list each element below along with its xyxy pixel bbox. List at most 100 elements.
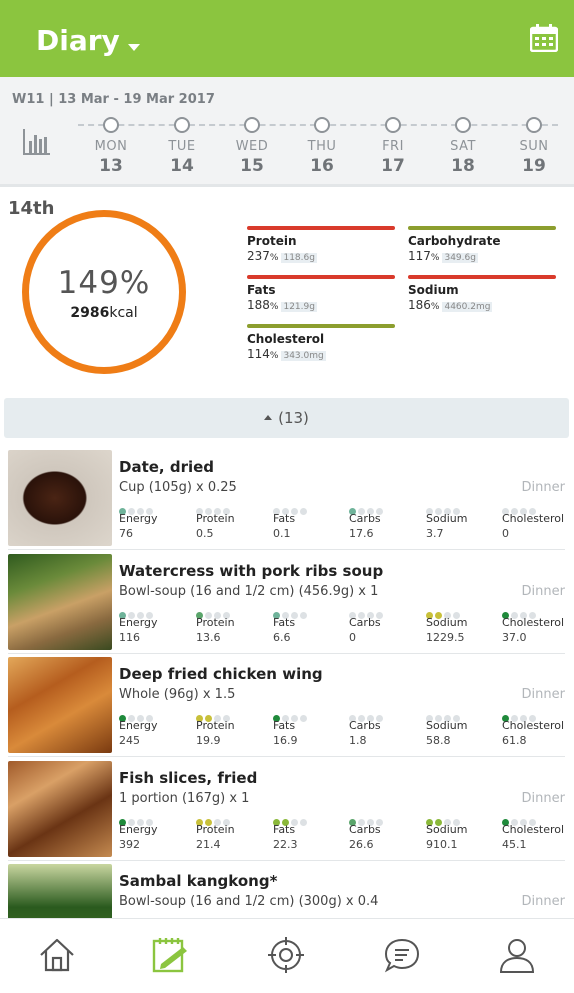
rating-dots [196,707,271,722]
day-marker [385,117,401,133]
day-marker [455,117,471,133]
goals-icon[interactable] [266,935,306,975]
food-photo [8,760,112,857]
nutrient-label: Sodium [426,719,468,732]
rating-dots [196,604,271,619]
nutrient-cell: Energy 76 [119,500,194,540]
food-item[interactable]: Fish slices, fried 1 portion (167g) x 1 … [8,760,565,861]
day-wed[interactable]: WED 15 [222,117,282,176]
nutrient-cell: Sodium 910.1 [426,811,501,851]
food-item[interactable]: Deep fried chicken wing Whole (96g) x 1.… [8,657,565,757]
food-item[interactable]: Watercress with pork ribs soup Bowl-soup… [8,553,565,654]
rating-dots [502,811,574,826]
collapse-foods-button[interactable]: (13) [4,398,569,438]
nutrient-label: Fats [273,615,296,629]
calorie-ring[interactable]: 149% 2986kcal [22,210,186,374]
nutrient-label: Protein [196,822,235,836]
page-title[interactable]: Diary [36,24,120,57]
nutrient-amount: 17.6 [349,527,374,540]
calorie-total: 2986kcal [70,305,138,321]
nutrient-sodium: Sodium 186% 4460.2mg [408,275,556,312]
day-marker [526,117,542,133]
nutrient-amount: 0.1 [273,527,291,540]
rating-dots [426,500,501,515]
day-fri[interactable]: FRI 17 [363,117,423,176]
meal-label: Dinner [521,790,565,806]
nutrient-amount: 26.6 [349,837,374,851]
day-sat[interactable]: SAT 18 [433,117,493,176]
food-name: Watercress with pork ribs soup [119,561,384,580]
nutrient-value: 114% 343.0mg [247,347,326,361]
nutrient-cell: Energy 116 [119,604,194,644]
meal-label: Dinner [521,480,565,495]
nutrient-label: Fats [273,512,296,525]
nutrient-label: Carbs [349,822,381,836]
nutrient-fats: Fats 188% 121.9g [247,275,395,312]
day-number: 17 [381,156,405,176]
diary-icon[interactable] [151,935,191,975]
nutrient-label: Cholesterol [502,512,565,525]
nutrient-amount: 6.6 [273,630,291,644]
nutrient-label: Protein [196,615,235,629]
rating-dots [426,811,501,826]
nutrient-cell: Energy 245 [119,707,194,747]
nutrient-label: Carbs [349,719,381,732]
rating-dot [300,818,307,826]
nutrient-name: Cholesterol [247,332,325,346]
food-name: Sambal kangkong* [119,872,278,890]
food-nutrients: Energy 76 Protein 0.5 Fats 0.1 Carbs 17.… [119,500,565,544]
day-number: 14 [170,156,194,176]
nutrient-label: Cholesterol [502,719,565,732]
nutrient-amount: 21.4 [196,837,221,851]
rating-dots [349,707,424,722]
nutrient-label: Energy [119,719,158,732]
nutrient-label: Energy [119,822,158,836]
rating-dots [502,500,574,515]
rating-dots [349,604,424,619]
meal-label: Dinner [521,583,565,599]
food-name: Deep fried chicken wing [119,665,323,683]
stats-chart-icon[interactable] [22,127,52,157]
calorie-percent: 149% [57,265,151,301]
nutrient-cell: Protein 0.5 [196,500,271,540]
rating-dot [300,611,307,619]
rating-dots [349,811,424,826]
rating-dots [273,500,348,515]
rating-dots [119,811,194,826]
nutrient-label: Fats [273,822,296,836]
nutrient-cell: Sodium 3.7 [426,500,501,540]
day-number: 15 [240,156,264,176]
food-nutrients: Energy 245 Protein 19.9 Fats 16.9 Carbs … [119,707,565,751]
nutrient-amount: 19.9 [196,734,221,747]
nutrient-cell: Fats 16.9 [273,707,348,747]
nutrient-value: 237% 118.6g [247,249,317,263]
meal-label: Dinner [521,894,565,909]
chat-icon[interactable] [382,935,422,975]
nutrient-cell: Fats 0.1 [273,500,348,540]
week-range: W11 | 13 Mar - 19 Mar 2017 [12,92,215,107]
day-tue[interactable]: TUE 14 [152,117,212,176]
rating-dots [196,811,271,826]
day-number: 18 [451,156,475,176]
dropdown-caret-icon[interactable] [128,44,140,51]
nutrient-protein: Protein 237% 118.6g [247,226,395,263]
food-count: (13) [278,409,309,427]
nutrient-bar [247,275,395,279]
nutrient-cell: Cholesterol 45.1 [502,811,574,851]
profile-icon[interactable] [497,935,537,975]
nutrient-cell: Cholesterol 61.8 [502,707,574,747]
day-sun[interactable]: SUN 19 [504,117,564,176]
rating-dots [119,707,194,722]
nutrient-cell: Protein 13.6 [196,604,271,644]
nutrient-cell: Sodium 1229.5 [426,604,501,644]
nutrient-cell: Energy 392 [119,811,194,851]
day-mon[interactable]: MON 13 [81,117,141,176]
rating-dots [273,811,348,826]
day-thu[interactable]: THU 16 [292,117,352,176]
home-icon[interactable] [37,935,77,975]
food-item[interactable]: Date, dried Cup (105g) x 0.25 Dinner Ene… [8,450,565,550]
calendar-icon[interactable] [530,24,558,52]
nutrient-name: Protein [247,234,297,248]
food-nutrients: Energy 116 Protein 13.6 Fats 6.6 Carbs 0… [119,604,565,648]
nutrient-cell: Fats 22.3 [273,811,348,851]
